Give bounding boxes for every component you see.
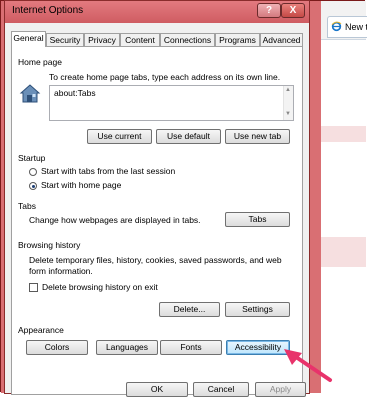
dialog-client: General Security Privacy Content Connect… (11, 31, 303, 395)
browser-content (321, 39, 366, 394)
tabs-group-label: Tabs (18, 201, 36, 211)
tab-privacy[interactable]: Privacy (84, 33, 120, 46)
fonts-button[interactable]: Fonts (160, 340, 222, 355)
languages-button[interactable]: Languages (96, 340, 158, 355)
general-panel: Home page To create home page tabs, type… (11, 46, 303, 395)
startup-last-session-label[interactable]: Start with tabs from the last session (41, 166, 175, 176)
tab-security[interactable]: Security (46, 33, 84, 46)
radio-home-page[interactable] (29, 182, 37, 190)
title-bar[interactable]: Internet Options ? X (5, 1, 309, 23)
startup-group-label: Startup (18, 153, 46, 163)
internet-explorer-icon (331, 21, 342, 32)
tabs-settings-button[interactable]: Tabs (225, 212, 290, 227)
home-page-icon (19, 84, 41, 103)
use-new-tab-button[interactable]: Use new tab (225, 129, 290, 144)
delete-on-exit-label[interactable]: Delete browsing history on exit (42, 282, 158, 292)
delete-history-button[interactable]: Delete... (159, 302, 220, 317)
textarea-scrollbar[interactable]: ▲ ▼ (283, 86, 293, 120)
browsing-history-description-cont: form information. (29, 266, 93, 276)
cancel-button[interactable]: Cancel (193, 382, 249, 397)
tab-connections[interactable]: Connections (160, 33, 215, 46)
tabs-description: Change how webpages are displayed in tab… (29, 215, 201, 225)
home-page-description: To create home page tabs, type each addr… (49, 72, 281, 82)
tab-advanced[interactable]: Advanced (260, 33, 303, 46)
home-page-group-label: Home page (18, 57, 62, 67)
tab-programs[interactable]: Programs (215, 33, 260, 46)
home-page-address-input[interactable]: about:Tabs ▲ ▼ (49, 85, 294, 121)
delete-on-exit-checkbox[interactable] (29, 283, 38, 292)
ok-button[interactable]: OK (126, 382, 188, 397)
browser-tab[interactable]: New ta (327, 16, 367, 38)
pink-band (321, 237, 366, 267)
internet-options-dialog: Internet Options ? X General Security Pr… (4, 0, 310, 397)
help-button[interactable]: ? (257, 3, 281, 18)
scroll-down-icon[interactable]: ▼ (285, 111, 291, 117)
use-current-button[interactable]: Use current (87, 129, 152, 144)
home-page-address-value: about:Tabs (54, 88, 96, 98)
scroll-up-icon[interactable]: ▲ (285, 87, 291, 93)
help-icon: ? (265, 5, 273, 16)
history-settings-button[interactable]: Settings (225, 302, 290, 317)
tab-content[interactable]: Content (120, 33, 160, 46)
colors-button[interactable]: Colors (26, 340, 88, 355)
browsing-history-description: Delete temporary files, history, cookies… (29, 255, 282, 265)
tab-general[interactable]: General (11, 31, 46, 47)
use-default-button[interactable]: Use default (156, 129, 221, 144)
browser-tab-label: New ta (345, 22, 367, 32)
dialog-title: Internet Options (12, 5, 84, 16)
close-icon: X (289, 5, 297, 16)
annotation-arrow-icon (284, 349, 332, 382)
radio-last-session[interactable] (29, 168, 37, 176)
browsing-history-group-label: Browsing history (18, 240, 81, 250)
apply-button[interactable]: Apply (255, 382, 306, 397)
browser-window: New ta (321, 1, 367, 394)
startup-home-page-label[interactable]: Start with home page (41, 180, 121, 190)
pink-band (321, 126, 366, 142)
close-button[interactable]: X (281, 3, 305, 18)
appearance-group-label: Appearance (18, 325, 64, 335)
